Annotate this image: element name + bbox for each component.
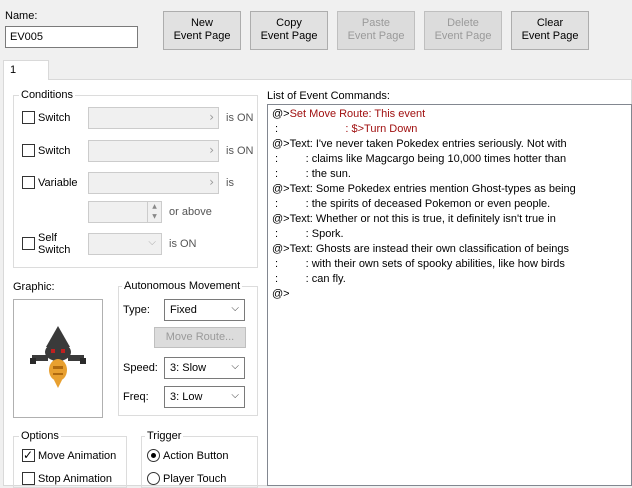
autonomous-title: Autonomous Movement [122,280,243,292]
move-animation-checkbox[interactable] [22,448,35,462]
type-label: Type: [123,304,150,316]
chevron-down-icon: ⌵ [231,303,239,314]
move-animation-label: Move Animation [38,450,117,462]
tab-page-1[interactable]: 1 [3,60,49,80]
command-prefix: @> [272,243,290,255]
variable-value-spinner[interactable]: ▲ ▼ [88,201,162,223]
stop-animation-label: Stop Animation [38,473,112,485]
switch1-suffix: is ON [226,112,254,124]
command-prefix: @> [272,108,290,120]
event-command-line[interactable]: : : $>Turn Down [272,122,417,137]
self-switch-label-line2: Switch [38,244,71,256]
event-command-line[interactable]: @>Text: Whether or not this is true, it … [272,212,556,227]
chevron-down-icon: ⌵ [231,361,239,372]
command-text: Set Move Route: This event [289,108,426,120]
speed-select[interactable]: 3: Slow ⌵ [164,357,245,379]
spinner-arrows-icon[interactable]: ▲ ▼ [147,202,161,222]
switch2-checkbox[interactable] [22,144,35,157]
command-prefix: @> [272,213,290,225]
event-commands-list[interactable]: @>Set Move Route: This event : : $>Turn … [267,104,632,486]
event-commands-label: List of Event Commands: [267,90,390,102]
conditions-title: Conditions [19,89,75,101]
freq-select[interactable]: 3: Low ⌵ [164,386,245,408]
freq-label: Freq: [123,391,149,403]
or-above-label: or above [169,206,212,218]
variable-checkbox[interactable] [22,176,35,189]
player-touch-label: Player Touch [163,473,227,485]
command-text: : the spirits of deceased Pokemon or eve… [278,198,551,210]
chevron-down-icon: ⌵ [148,237,156,248]
command-text: : with their own sets of spooky abilitie… [278,258,565,270]
delete-event-page-button[interactable]: Delete Event Page [424,11,502,50]
command-text: : $>Turn Down [278,123,418,135]
type-value: Fixed [170,304,197,316]
player-touch-radio[interactable] [147,472,160,485]
event-command-line[interactable]: : : can fly. [272,272,346,287]
switch1-picker[interactable]: › [88,107,219,129]
self-switch-suffix: is ON [169,238,197,250]
options-title: Options [19,430,61,442]
command-text: Text: Some Pokedex entries mention Ghost… [289,183,576,195]
event-command-line[interactable]: : : Spork. [272,227,344,242]
graphic-preview[interactable] [13,299,103,418]
command-prefix: @> [272,288,290,300]
chevron-right-icon: › [209,143,214,157]
action-button-label: Action Button [163,450,229,462]
variable-picker[interactable]: › [88,172,219,194]
variable-label: Variable [38,177,78,189]
switch1-label: Switch [38,112,71,124]
switch1-checkbox[interactable] [22,111,35,124]
command-text: : claims like Magcargo being 10,000 time… [278,153,567,165]
command-text: Text: Ghosts are instead their own class… [289,243,570,255]
self-switch-select[interactable]: ⌵ [88,233,162,255]
chevron-down-icon: ⌵ [231,390,239,401]
command-text: : can fly. [278,273,346,285]
action-button-radio[interactable] [147,449,160,462]
stop-animation-checkbox[interactable] [22,472,35,485]
chevron-right-icon: › [209,175,214,189]
graphic-label: Graphic: [13,281,55,293]
trigger-title: Trigger [145,430,184,442]
clear-event-page-button[interactable]: Clear Event Page [511,11,589,50]
chevron-right-icon: › [209,110,214,124]
switch2-suffix: is ON [226,145,254,157]
command-text: : the sun. [278,168,351,180]
move-route-button[interactable]: Move Route... [154,327,246,348]
name-input[interactable]: EV005 [5,26,138,48]
speed-label: Speed: [123,362,158,374]
command-text: Text: Whether or not this is true, it de… [289,213,556,225]
event-command-line[interactable]: : : with their own sets of spooky abilit… [272,257,565,272]
self-switch-checkbox[interactable] [22,237,35,250]
event-command-line[interactable]: @>Text: Some Pokedex entries mention Gho… [272,182,576,197]
copy-event-page-button[interactable]: Copy Event Page [250,11,328,50]
switch2-label: Switch [38,145,71,157]
event-command-line[interactable]: @>Text: I've never taken Pokedex entries… [272,137,567,152]
command-text: Text: I've never taken Pokedex entries s… [289,138,567,150]
variable-suffix: is [226,177,234,189]
event-command-line[interactable]: @>Set Move Route: This event [272,107,425,122]
event-command-line[interactable]: @> [272,287,290,302]
ghost-sprite-icon [30,326,86,388]
event-command-line[interactable]: @>Text: Ghosts are instead their own cla… [272,242,569,257]
command-text: : Spork. [278,228,344,240]
command-prefix: @> [272,183,290,195]
paste-event-page-button[interactable]: Paste Event Page [337,11,415,50]
switch2-picker[interactable]: › [88,140,219,162]
freq-value: 3: Low [170,391,203,403]
self-switch-label-line1: Self [38,232,57,244]
new-event-page-button[interactable]: New Event Page [163,11,241,50]
name-label: Name: [5,10,38,22]
speed-value: 3: Slow [170,362,207,374]
event-command-line[interactable]: : : claims like Magcargo being 10,000 ti… [272,152,566,167]
command-prefix: @> [272,138,290,150]
type-select[interactable]: Fixed ⌵ [164,299,245,321]
event-command-line[interactable]: : : the spirits of deceased Pokemon or e… [272,197,550,212]
event-command-line[interactable]: : : the sun. [272,167,351,182]
